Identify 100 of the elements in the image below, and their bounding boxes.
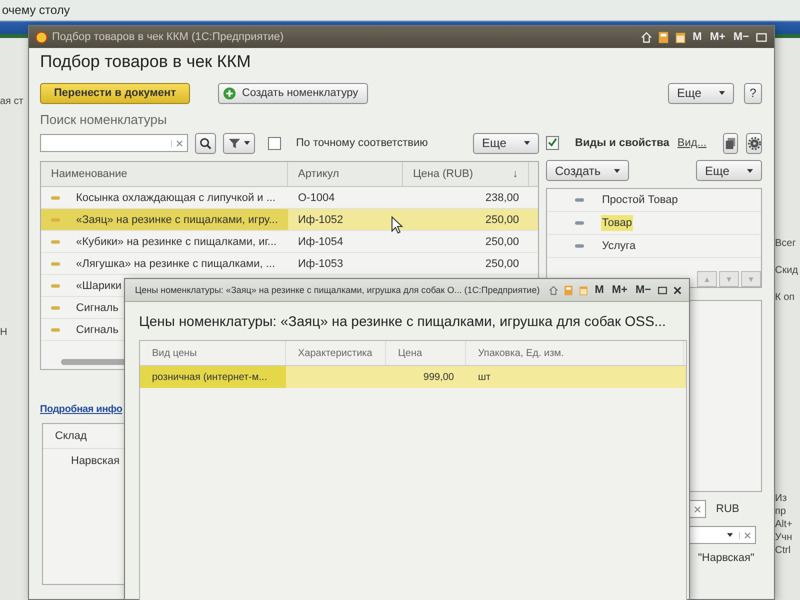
- memory-button[interactable]: M: [690, 31, 704, 43]
- table-cell: шт: [478, 372, 491, 382]
- table-cell: «Лягушка» на резинке с пищалками, ...: [76, 258, 275, 270]
- caret-icon: [727, 533, 733, 537]
- calendar-icon[interactable]: [674, 30, 687, 44]
- list-item[interactable]: Услуга: [601, 238, 637, 254]
- table-cell: 250,00: [485, 258, 519, 270]
- table-cell: «Шарики: [76, 280, 122, 292]
- dialog-heading: Цены номенклатуры: «Заяц» на резинке с пищалками, игрушка для собак OSS...: [139, 312, 667, 330]
- maximize-icon[interactable]: [657, 284, 668, 296]
- window-title: Цены номенклатуры: «Заяц» на резинке с пищалками, игрушка для собак О... (1С:Предприятие): [135, 285, 540, 295]
- create-button[interactable]: Создать: [546, 160, 629, 181]
- memory-button[interactable]: M+: [610, 284, 630, 296]
- desktop-caption: очему столу: [1, 2, 71, 19]
- background-text: пр: [775, 506, 787, 517]
- search-button[interactable]: [195, 132, 216, 154]
- dash-icon: [575, 244, 584, 248]
- more-button[interactable]: Еще: [696, 160, 762, 181]
- maximize-icon[interactable]: [755, 30, 768, 44]
- dash-icon: [575, 198, 584, 202]
- table-cell: 250,00: [485, 214, 519, 226]
- item-icon: [51, 306, 60, 310]
- copy-icon: [724, 136, 737, 150]
- column-header[interactable]: Артикул: [288, 162, 403, 186]
- window-title: Подбор товаров в чек ККМ (1С:Предприятие): [52, 31, 284, 43]
- memory-button[interactable]: M−: [731, 31, 751, 43]
- background-text: Н: [0, 327, 8, 338]
- warehouse-text: "Нарвская": [698, 552, 756, 564]
- table-cell: розничная (интернет-м...: [152, 372, 268, 382]
- create-item-button[interactable]: Создать номенклатуру: [218, 82, 368, 104]
- table-cell: 238,00: [485, 192, 519, 204]
- table-cell: «Кубики» на резинке с пищалками, иг...: [76, 236, 277, 248]
- filter-icon: [228, 136, 241, 150]
- checkbox[interactable]: [546, 136, 559, 150]
- column-header[interactable]: Характеристика: [286, 341, 386, 365]
- home-icon[interactable]: [548, 284, 559, 296]
- background-text: Ctrl: [775, 545, 792, 556]
- more-button[interactable]: Еще: [668, 82, 734, 104]
- column-header[interactable]: Упаковка, Ед. изм.: [466, 341, 684, 365]
- table-cell: «Заяц» на резинке с пищалками, игру...: [76, 214, 278, 226]
- table-cell: Косынка охлаждающая с липучкой и ...: [76, 192, 276, 204]
- memory-button[interactable]: M: [592, 284, 606, 296]
- column-header[interactable]: Наименование: [41, 162, 288, 186]
- item-icon: [51, 240, 60, 244]
- item-icon: [51, 328, 60, 332]
- table-cell: О-1004: [298, 192, 335, 204]
- background-text: Скид: [775, 265, 800, 276]
- item-icon: [51, 262, 60, 266]
- background-text: Учн: [775, 532, 794, 543]
- search-icon: [199, 136, 212, 150]
- table-cell-text: Нарвская: [70, 454, 121, 469]
- plus-icon: [223, 86, 236, 100]
- column-header[interactable]: Цена (RUB) ↓: [403, 162, 529, 186]
- background-text: Всег: [775, 238, 797, 249]
- background-text: К оп: [775, 292, 796, 303]
- table-row[interactable]: «Заяц» на резинке с пищалками, игру... Иф-1052 250,00: [41, 209, 538, 231]
- search-label: Поиск номенклатуры: [40, 112, 168, 127]
- logo-icon: [35, 30, 48, 44]
- table-row[interactable]: «Лягушка» на резинке с пищалками, ... Иф-1053 250,00: [41, 253, 538, 275]
- settings-icon: [748, 136, 761, 150]
- column-header[interactable]: Вид цены: [140, 341, 286, 365]
- list-item[interactable]: Простой Товар: [601, 192, 679, 208]
- caret-icon: [524, 141, 530, 145]
- caret-icon: [244, 141, 250, 145]
- help-button[interactable]: ?: [744, 82, 762, 104]
- table-row[interactable]: «Кубики» на резинке с пищалками, иг... Иф-1054 250,00: [41, 231, 538, 253]
- currency-label: RUB: [716, 503, 740, 515]
- item-icon: [51, 218, 60, 222]
- caret-icon: [747, 168, 753, 172]
- checkbox-label: По точному соответствию: [296, 137, 428, 149]
- close-icon[interactable]: [672, 284, 684, 296]
- background-text: Alt+: [775, 519, 794, 530]
- checkbox[interactable]: [268, 136, 281, 150]
- transfer-button[interactable]: Перенести в документ: [40, 82, 190, 104]
- table-cell: Сигналь: [76, 302, 118, 314]
- table-row[interactable]: розничная (интернет-м... 999,00 шт: [140, 366, 686, 388]
- caret-icon: [719, 91, 725, 95]
- table-cell: 999,00: [423, 372, 454, 382]
- window-heading: Подбор товаров в чек ККМ: [40, 52, 252, 72]
- table-cell: 250,00: [485, 236, 519, 248]
- settings-button[interactable]: [746, 132, 762, 154]
- dash-icon: [575, 221, 584, 225]
- table-cell: Сигналь: [76, 324, 118, 336]
- memory-button[interactable]: M+: [708, 31, 728, 43]
- copy-button[interactable]: [722, 132, 738, 154]
- calculator-icon[interactable]: [656, 30, 670, 44]
- memory-button[interactable]: M−: [633, 284, 654, 296]
- more-button[interactable]: Еще: [473, 132, 539, 154]
- background-text: ая ст: [0, 96, 24, 107]
- view-link[interactable]: Вид...: [677, 137, 706, 149]
- list-item[interactable]: Товар: [601, 215, 633, 231]
- table-cell: Иф-1052: [298, 214, 344, 226]
- filter-button[interactable]: [223, 132, 255, 154]
- column-header[interactable]: Цена: [386, 341, 466, 365]
- item-icon: [51, 196, 60, 200]
- search-field[interactable]: [40, 134, 188, 152]
- table-cell: Иф-1054: [298, 236, 344, 248]
- checkbox-label: Виды и свойства: [575, 137, 670, 149]
- item-icon: [51, 284, 60, 288]
- background-text: Из: [775, 493, 788, 504]
